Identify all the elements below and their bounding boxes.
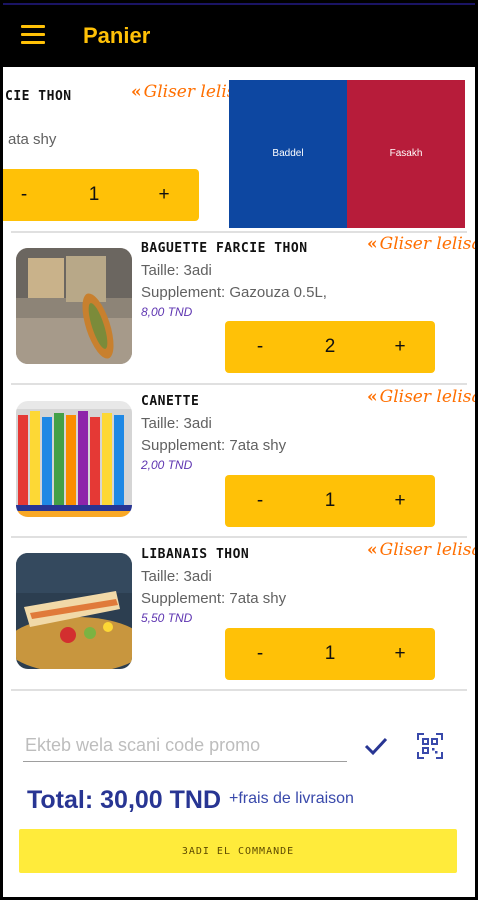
item-supplement: Supplement: 7ata shy (141, 590, 287, 607)
decrease-button[interactable]: - (225, 628, 295, 680)
menu-icon[interactable] (21, 25, 45, 45)
item-name: CIE THON (5, 89, 72, 104)
item-image (16, 248, 132, 364)
item-name: CANETTE (141, 394, 200, 409)
quantity-stepper: - 1 + (3, 169, 199, 221)
item-supplement: Supplement: 7ata shy (141, 437, 287, 454)
delete-action-button[interactable]: Fasakh (347, 80, 465, 228)
place-order-button[interactable]: 3ADI EL COMMANDE (19, 829, 457, 873)
total-amount: Total: 30,00 TND (27, 786, 222, 814)
edit-action-button[interactable]: Baddel (229, 80, 347, 228)
swipe-hint-label: Gliser lelisar (379, 387, 475, 407)
increase-button[interactable]: + (365, 321, 435, 373)
double-chevron-left-icon: « (367, 234, 378, 254)
item-name: BAGUETTE FARCIE THON (141, 241, 308, 256)
swipe-hint-label: Gliser lelisar (379, 540, 475, 560)
decrease-button[interactable]: - (225, 321, 295, 373)
quantity-stepper: - 1 + (225, 475, 435, 527)
app-frame: Panier CIE THON ata shy - 1 + «Gliser le… (3, 3, 475, 897)
quantity-value: 1 (88, 184, 100, 205)
quantity-value: 1 (324, 490, 336, 511)
item-size: Taille: 3adi (141, 415, 212, 432)
quantity-stepper: - 2 + (225, 321, 435, 373)
delivery-fees-label: +frais de livraison (229, 790, 354, 807)
item-name: LIBANAIS THON (141, 547, 250, 562)
divider (11, 689, 467, 691)
item-supplement: Supplement: Gazouza 0.5L, (141, 284, 327, 301)
decrease-button[interactable]: - (225, 475, 295, 527)
swipe-hint: «Gliser lelisar (367, 387, 475, 407)
double-chevron-left-icon: « (131, 82, 142, 102)
quantity-value: 2 (324, 336, 336, 357)
double-chevron-left-icon: « (367, 387, 378, 407)
quantity-stepper: - 1 + (225, 628, 435, 680)
divider (11, 383, 467, 385)
promo-code-input[interactable] (23, 729, 347, 762)
divider (11, 231, 467, 233)
swipe-hint: «Gliser lelisar (367, 234, 475, 254)
item-size: Taille: 3adi (141, 262, 212, 279)
item-price: 8,00 TND (141, 305, 193, 319)
item-size: Taille: 3adi (141, 568, 212, 585)
item-image (16, 553, 132, 669)
increase-button[interactable]: + (129, 169, 199, 221)
item-supplement: ata shy (8, 131, 57, 148)
check-icon[interactable] (363, 735, 389, 762)
page-title: Panier (83, 23, 151, 48)
increase-button[interactable]: + (365, 628, 435, 680)
swipe-hint-label: Gliser lelisar (379, 234, 475, 254)
swipe-hint: «Gliser lelisar (367, 540, 475, 560)
decrease-button[interactable]: - (3, 169, 59, 221)
item-price: 5,50 TND (141, 611, 193, 625)
divider (11, 536, 467, 538)
quantity-value: 1 (324, 643, 336, 664)
qr-scan-icon[interactable] (417, 733, 443, 764)
item-image (16, 401, 132, 517)
double-chevron-left-icon: « (367, 540, 378, 560)
item-price: 2,00 TND (141, 458, 193, 472)
app-bar: Panier (3, 3, 475, 67)
increase-button[interactable]: + (365, 475, 435, 527)
